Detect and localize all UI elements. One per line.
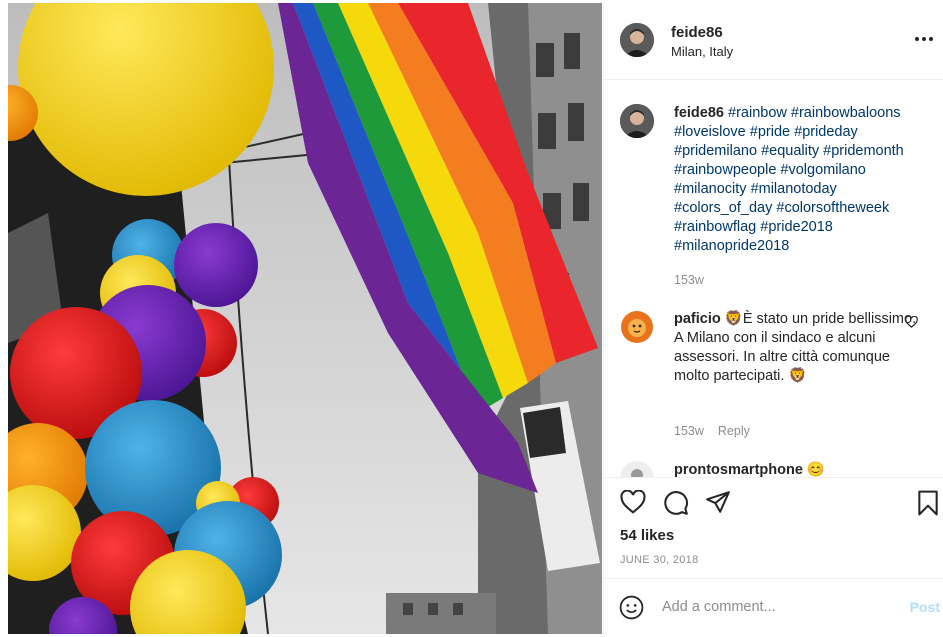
- reply-button[interactable]: Reply: [718, 424, 750, 438]
- comment-input[interactable]: [662, 595, 892, 619]
- likes-count[interactable]: 54 likes: [620, 527, 674, 544]
- hashtag-link[interactable]: #loveislove: [674, 124, 746, 140]
- hashtag-link[interactable]: #rainbow: [728, 105, 787, 121]
- caption-time[interactable]: 153w: [674, 273, 704, 287]
- hashtag-link[interactable]: #colorsoftheweek: [776, 200, 889, 216]
- hashtag-link[interactable]: #pridemonth: [823, 143, 904, 159]
- caption-hashtags: #rainbow #rainbowbaloons #loveislove #pr…: [674, 105, 904, 254]
- more-horizontal-icon: [915, 37, 919, 41]
- heart-icon[interactable]: [620, 490, 646, 514]
- more-options-button[interactable]: [912, 29, 936, 49]
- comment-username[interactable]: prontosmartphone: [674, 462, 803, 477]
- hashtag-link[interactable]: #milanotoday: [751, 181, 837, 197]
- comment-icon[interactable]: [663, 490, 689, 516]
- pride-flag-balloons-image: [8, 3, 602, 634]
- like-comment-heart-icon[interactable]: [905, 316, 918, 328]
- share-icon[interactable]: [705, 490, 731, 514]
- hashtag-link[interactable]: #volgomilano: [780, 162, 865, 178]
- comment-username[interactable]: paficio: [674, 311, 721, 327]
- hashtag-link[interactable]: #prideday: [794, 124, 858, 140]
- post-location[interactable]: Milan, Italy: [671, 44, 733, 59]
- hashtag-link[interactable]: #colors_of_day: [674, 200, 772, 216]
- commenter-avatar[interactable]: [620, 461, 654, 477]
- post-header: feide86 Milan, Italy: [604, 3, 943, 80]
- hashtag-link[interactable]: #equality: [761, 143, 819, 159]
- author-username[interactable]: feide86: [671, 24, 723, 41]
- hashtag-link[interactable]: #rainbowflag: [674, 219, 756, 235]
- comment-text: paficio 🦁È stato un pride bellissimo. A …: [674, 310, 919, 386]
- hashtag-link[interactable]: #milanopride2018: [674, 238, 789, 254]
- caption-text: feide86 #rainbow #rainbowbaloons #loveis…: [674, 104, 919, 256]
- post-photo[interactable]: [8, 3, 602, 634]
- comments-list[interactable]: feide86 #rainbow #rainbowbaloons #loveis…: [604, 81, 943, 477]
- author-avatar[interactable]: [620, 23, 654, 57]
- hashtag-link[interactable]: #rainbowbaloons: [791, 105, 901, 121]
- commenter-avatar[interactable]: [620, 310, 654, 344]
- add-comment-bar: Post: [604, 578, 943, 634]
- caption-avatar[interactable]: [620, 104, 654, 138]
- hashtag-link[interactable]: #pride2018: [760, 219, 833, 235]
- hashtag-link[interactable]: #pride: [750, 124, 790, 140]
- hashtag-link[interactable]: #rainbowpeople: [674, 162, 776, 178]
- comment-text: prontosmartphone 😊: [674, 461, 919, 477]
- hashtag-link[interactable]: #pridemilano: [674, 143, 757, 159]
- post-panel: feide86 Milan, Italy feide86 #rainbow #r…: [603, 3, 943, 634]
- post-actions: 54 likes JUNE 30, 2018 Post: [604, 477, 943, 634]
- comment-time[interactable]: 153w: [674, 424, 704, 438]
- caption-username[interactable]: feide86: [674, 105, 724, 121]
- comment-meta: 153w Reply: [674, 424, 750, 438]
- post-date[interactable]: JUNE 30, 2018: [620, 554, 699, 566]
- comment-body: 😊: [806, 462, 825, 477]
- bookmark-icon[interactable]: [917, 490, 939, 516]
- post-comment-button[interactable]: Post: [910, 599, 940, 615]
- hashtag-link[interactable]: #milanocity: [674, 181, 747, 197]
- emoji-icon[interactable]: [619, 595, 644, 620]
